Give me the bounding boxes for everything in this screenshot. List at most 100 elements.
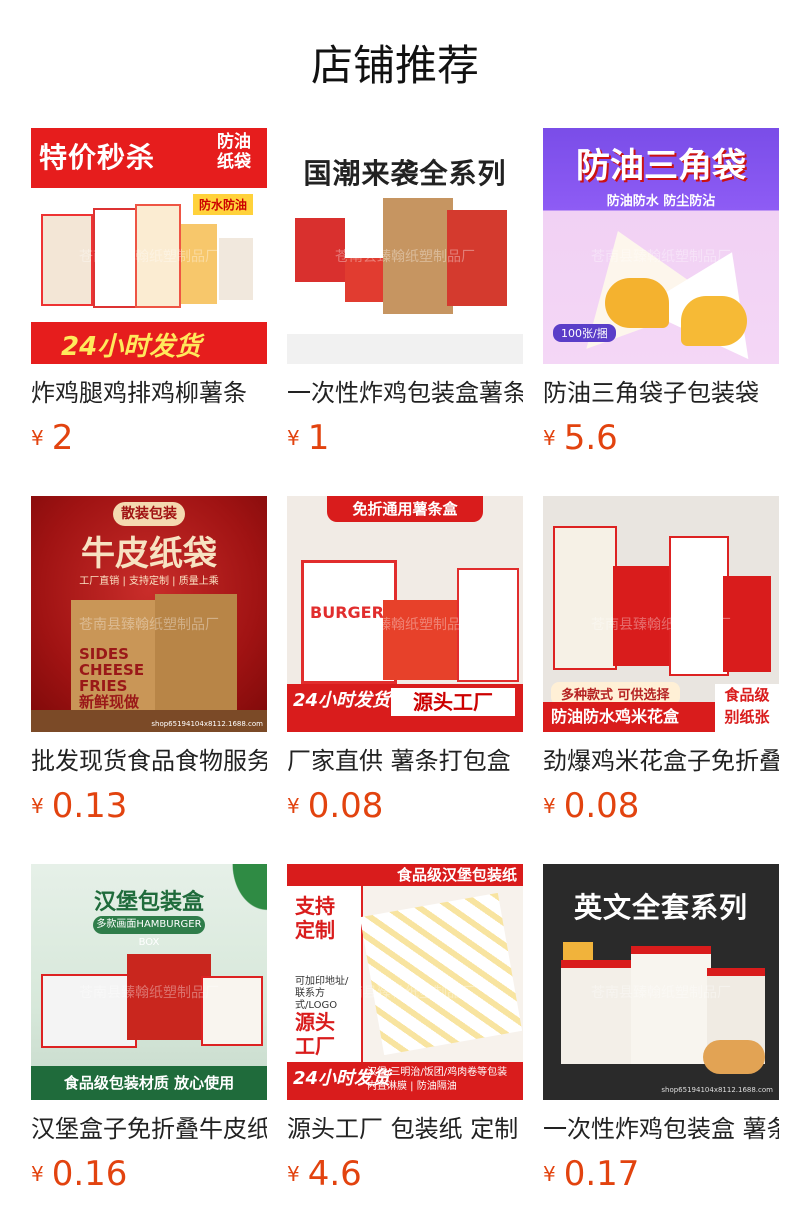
image-footer-right: 源头工厂 (391, 688, 515, 716)
kraft-bag (155, 594, 237, 710)
product-card[interactable]: 免折通用薯条盒 BURGER 苍南县臻翰纸塑制品厂 24小时发货 源头工厂 厂家… (287, 496, 523, 864)
image-headline: 牛皮纸袋 (81, 534, 217, 574)
image-subheadline: 防油防水 防尘防沾 (606, 194, 716, 209)
currency-symbol: ¥ (287, 1162, 300, 1186)
currency-symbol: ¥ (31, 426, 44, 450)
shop-url: shop65194104x8112.1688.com (151, 720, 263, 728)
product-image[interactable]: 免折通用薯条盒 BURGER 苍南县臻翰纸塑制品厂 24小时发货 源头工厂 (287, 496, 523, 732)
product-price: ¥2 (31, 418, 267, 458)
store-recommendation-page: 店铺推荐 特价秒杀 防油纸袋 防水防油 苍南县臻翰纸塑制品厂 24小时发货 炸鸡… (0, 0, 790, 1232)
image-footer: 24小时发货 汉堡/三明治/饭团/鸡肉卷等包装 内置淋膜 | 防油隔油 (287, 1062, 523, 1100)
watermark: 苍南县臻翰纸塑制品厂 (335, 249, 475, 265)
image-callout: 源头工厂 (295, 1010, 335, 1058)
product-image[interactable]: 英文全套系列 苍南县臻翰纸塑制品厂 shop65194104x8112.1688… (543, 864, 779, 1100)
image-footer-text: 24小时发货 (61, 332, 202, 362)
watermark: 苍南县臻翰纸塑制品厂 (335, 985, 475, 1001)
product-name[interactable]: 一次性炸鸡包装盒薯条 (287, 376, 523, 410)
product-name[interactable]: 一次性炸鸡包装盒 薯条 (543, 1112, 779, 1146)
currency-symbol: ¥ (31, 1162, 44, 1186)
product-card[interactable]: 食品级汉堡包装纸 支持定制 可加印地址/联系方式/LOGO 源头工厂 苍南县臻翰… (287, 864, 523, 1232)
watermark: 苍南县臻翰纸塑制品厂 (79, 985, 219, 1001)
price-value: 5.6 (563, 418, 618, 458)
image-tag: 食品级 别纸张 (715, 684, 779, 732)
image-headline: 英文全套系列 (573, 891, 748, 924)
watermark: 苍南县臻翰纸塑制品厂 (591, 985, 731, 1001)
image-banner: 特价秒杀 防油纸袋 (31, 128, 267, 188)
product-grid: 特价秒杀 防油纸袋 防水防油 苍南县臻翰纸塑制品厂 24小时发货 炸鸡腿鸡排鸡柳… (31, 128, 779, 1232)
product-price: ¥0.13 (31, 786, 267, 826)
image-pill: 多款画面HAMBURGER BOX (93, 916, 205, 948)
product-name[interactable]: 汉堡盒子免折叠牛皮纸 (31, 1112, 267, 1146)
currency-symbol: ¥ (287, 794, 300, 818)
watermark: 苍南县臻翰纸塑制品厂 (591, 617, 731, 633)
page-title: 店铺推荐 (310, 41, 479, 90)
price-value: 4.6 (307, 1154, 362, 1194)
product-card[interactable]: 防油三角袋 防油防水 防尘防沾 苍南县臻翰纸塑制品厂 100张/捆 防油三角袋子… (543, 128, 779, 496)
image-tag: 防水防油 (192, 194, 253, 215)
quantity-badge: 100张/捆 (553, 324, 616, 342)
price-value: 0.16 (51, 1154, 128, 1194)
product-price: ¥0.08 (287, 786, 523, 826)
product-card[interactable]: 苍南县臻翰纸塑制品厂 多种款式 可供选择 防油防水鸡米花盒 食品级 别纸张 劲爆… (543, 496, 779, 864)
product-name[interactable]: 劲爆鸡米花盒子免折叠 (543, 744, 779, 778)
package-bucket (561, 960, 633, 1064)
image-subheadline: 工厂直销 | 支持定制 | 质量上乘 (79, 576, 219, 587)
wrapping-paper (359, 892, 523, 1056)
product-image[interactable]: 汉堡包装盒 多款画面HAMBURGER BOX 苍南县臻翰纸塑制品厂 食品级包装… (31, 864, 267, 1100)
product-card[interactable]: 汉堡包装盒 多款画面HAMBURGER BOX 苍南县臻翰纸塑制品厂 食品级包装… (31, 864, 267, 1232)
product-name[interactable]: 厂家直供 薯条打包盒 (287, 744, 523, 778)
image-footer-left: 24小时发货 (293, 690, 391, 711)
product-card[interactable]: 国潮来袭全系列 苍南县臻翰纸塑制品厂 一次性炸鸡包装盒薯条 ¥1 (287, 128, 523, 496)
image-headline: 防油三角袋 (576, 146, 746, 186)
image-callout: 支持定制 (295, 894, 335, 942)
product-image[interactable]: 特价秒杀 防油纸袋 防水防油 苍南县臻翰纸塑制品厂 24小时发货 (31, 128, 267, 364)
price-value: 2 (51, 418, 74, 458)
product-price: ¥0.17 (543, 1154, 779, 1194)
product-name[interactable]: 源头工厂 包装纸 定制 (287, 1112, 523, 1146)
watermark: 苍南县臻翰纸塑制品厂 (591, 249, 731, 265)
currency-symbol: ¥ (543, 794, 556, 818)
product-price: ¥5.6 (543, 418, 779, 458)
image-subheadline: 防油纸袋 (217, 132, 251, 172)
fries-box (383, 600, 463, 680)
product-card[interactable]: 英文全套系列 苍南县臻翰纸塑制品厂 shop65194104x8112.1688… (543, 864, 779, 1232)
price-value: 0.13 (51, 786, 128, 826)
product-image[interactable]: 食品级汉堡包装纸 支持定制 可加印地址/联系方式/LOGO 源头工厂 苍南县臻翰… (287, 864, 523, 1100)
image-footer-right: 汉堡/三明治/饭团/鸡肉卷等包装 内置淋膜 | 防油隔油 (367, 1067, 508, 1092)
image-pill: 散装包装 (113, 502, 185, 526)
pastry (605, 278, 669, 328)
price-value: 1 (307, 418, 330, 458)
croissant (703, 1040, 765, 1074)
product-price: ¥0.16 (31, 1154, 267, 1194)
watermark: 苍南县臻翰纸塑制品厂 (79, 617, 219, 633)
product-name[interactable]: 批发现货食品食物服务 (31, 744, 267, 778)
product-image[interactable]: 散装包装 牛皮纸袋 工厂直销 | 支持定制 | 质量上乘 SIDES CHEES… (31, 496, 267, 732)
price-value: 0.17 (563, 1154, 640, 1194)
product-price: ¥4.6 (287, 1154, 523, 1194)
shop-url: shop65194104x8112.1688.com (661, 1086, 773, 1094)
product-name[interactable]: 防油三角袋子包装袋 (543, 376, 779, 410)
product-image[interactable]: 国潮来袭全系列 苍南县臻翰纸塑制品厂 (287, 128, 523, 364)
image-headline: 免折通用薯条盒 (327, 496, 483, 522)
watermark: 苍南县臻翰纸塑制品厂 (79, 249, 219, 265)
product-image[interactable]: 苍南县臻翰纸塑制品厂 多种款式 可供选择 防油防水鸡米花盒 食品级 别纸张 (543, 496, 779, 732)
product-card[interactable]: 散装包装 牛皮纸袋 工厂直销 | 支持定制 | 质量上乘 SIDES CHEES… (31, 496, 267, 864)
currency-symbol: ¥ (287, 426, 300, 450)
product-card[interactable]: 特价秒杀 防油纸袋 防水防油 苍南县臻翰纸塑制品厂 24小时发货 炸鸡腿鸡排鸡柳… (31, 128, 267, 496)
image-headline: 汉堡包装盒 (93, 890, 204, 915)
popcorn-box (669, 536, 729, 676)
image-footer: 食品级包装材质 放心使用 (31, 1066, 267, 1100)
image-headline: 食品级汉堡包装纸 (287, 864, 523, 886)
image-footer: 24小时发货 (31, 322, 267, 364)
image-footer: 24小时发货 源头工厂 (287, 684, 523, 732)
product-price: ¥0.08 (543, 786, 779, 826)
product-name[interactable]: 炸鸡腿鸡排鸡柳薯条 (31, 376, 267, 410)
watermark: 苍南县臻翰纸塑制品厂 (335, 617, 475, 633)
image-floor (287, 334, 523, 364)
package-bucket (631, 946, 711, 1064)
image-headline: 特价秒杀 (39, 141, 156, 174)
pastry (681, 296, 747, 346)
product-image[interactable]: 防油三角袋 防油防水 防尘防沾 苍南县臻翰纸塑制品厂 100张/捆 (543, 128, 779, 364)
product-price: ¥1 (287, 418, 523, 458)
price-value: 0.08 (307, 786, 384, 826)
